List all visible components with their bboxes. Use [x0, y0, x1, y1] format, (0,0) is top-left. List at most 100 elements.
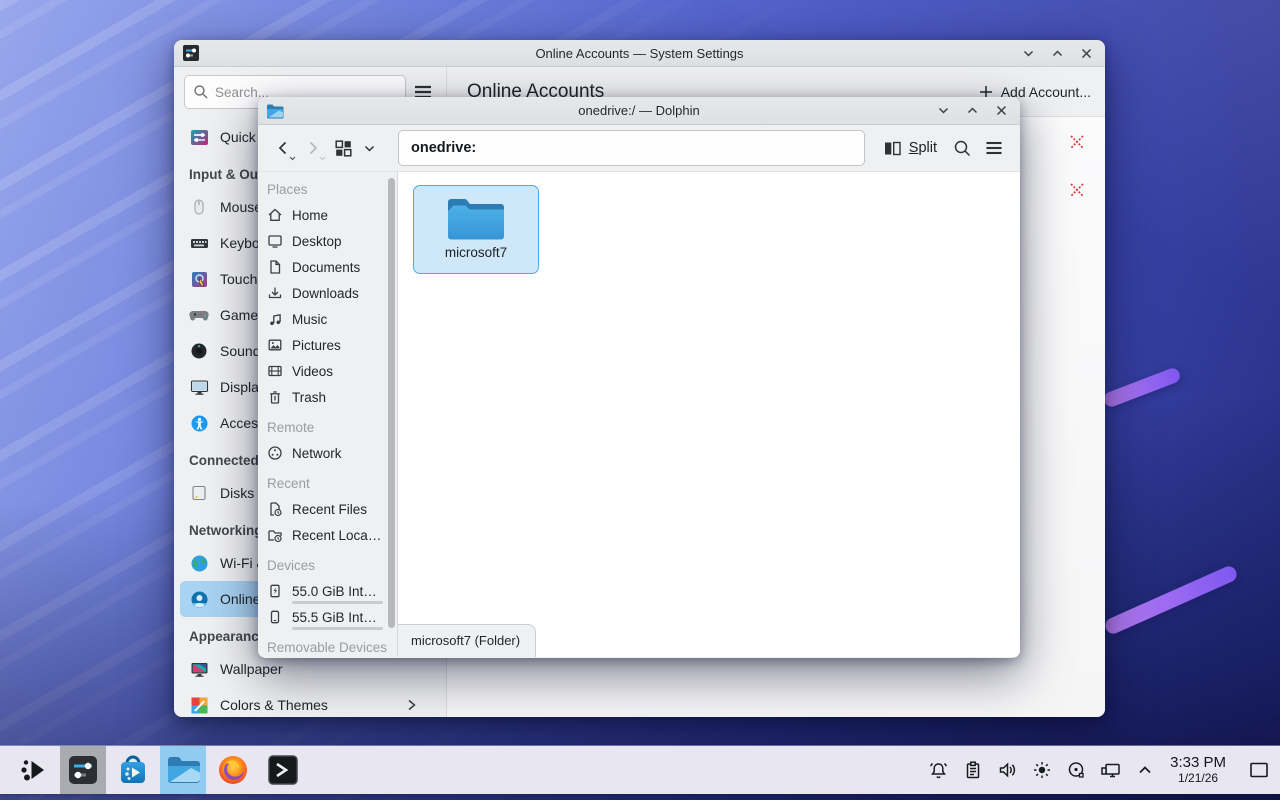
konsole-icon [267, 754, 299, 786]
system-settings-app-icon [182, 44, 200, 62]
folder-icon [445, 193, 507, 243]
disc-icon[interactable] [1066, 760, 1086, 780]
place-recent-locations[interactable]: Recent Locations [267, 522, 397, 548]
accessibility-icon [189, 413, 209, 433]
maximize-icon[interactable] [966, 104, 979, 117]
chevron-right-icon [406, 698, 417, 712]
mouse-icon [189, 197, 209, 217]
taskbar-discover[interactable] [110, 746, 156, 794]
wallpaper-icon [189, 659, 209, 679]
place-desktop[interactable]: Desktop [267, 228, 397, 254]
taskbar-dolphin[interactable] [160, 746, 206, 794]
desktop-icon [267, 233, 283, 249]
places-panel: Places Home Desktop Documents Downloads [258, 172, 398, 657]
minimize-icon[interactable] [937, 104, 950, 117]
view-mode-icon[interactable] [328, 133, 358, 163]
folder-item-microsoft7[interactable]: microsoft7 [413, 185, 539, 274]
settings-titlebar[interactable]: Online Accounts — System Settings [174, 40, 1105, 67]
sound-icon [189, 341, 209, 361]
location-bar[interactable] [398, 130, 865, 166]
place-recent-files[interactable]: Recent Files [267, 496, 397, 522]
remove-account-icon[interactable] [1068, 133, 1086, 151]
place-downloads[interactable]: Downloads [267, 280, 397, 306]
place-trash[interactable]: Trash [267, 384, 397, 410]
desktop: Online Accounts — System Settings [0, 0, 1280, 800]
network-icon[interactable] [1100, 760, 1122, 780]
place-pictures[interactable]: Pictures [267, 332, 397, 358]
film-icon [267, 363, 283, 379]
device-internal-drive-1[interactable]: 55.0 GiB Internal Drive [267, 578, 397, 604]
places-section-header: Places [267, 176, 397, 202]
taskbar-firefox[interactable] [210, 746, 256, 794]
close-icon[interactable] [1080, 47, 1093, 60]
drive-icon [267, 583, 283, 599]
split-view-icon [884, 141, 901, 156]
clipboard-icon[interactable] [963, 760, 983, 780]
dolphin-toolbar: Split [258, 125, 1020, 172]
location-input[interactable] [411, 140, 852, 156]
place-network[interactable]: Network [267, 440, 397, 466]
place-home[interactable]: Home [267, 202, 397, 228]
taskbar-konsole[interactable] [260, 746, 306, 794]
sidebar-scrollbar[interactable] [388, 178, 395, 628]
settings-window-title: Online Accounts — System Settings [535, 46, 743, 61]
sidebar-item-colors-themes[interactable]: Colors & Themes [180, 687, 440, 717]
dolphin-titlebar[interactable]: onedrive:/ — Dolphin [258, 97, 1020, 125]
show-desktop-button[interactable] [1248, 760, 1270, 780]
remote-section-header: Remote [267, 414, 397, 440]
back-button[interactable] [268, 133, 298, 163]
brightness-icon[interactable] [1032, 760, 1052, 780]
network-icon [267, 445, 283, 461]
download-icon [267, 285, 283, 301]
place-documents[interactable]: Documents [267, 254, 397, 280]
keyboard-icon [189, 233, 209, 253]
disk-usage-bar [292, 627, 383, 630]
maximize-icon[interactable] [1051, 47, 1064, 60]
back-history-icon[interactable] [289, 156, 296, 161]
display-icon [189, 377, 209, 397]
clock[interactable]: 3:33 PM 1/21/26 [1170, 754, 1226, 785]
game-controller-icon [189, 305, 209, 325]
place-videos[interactable]: Videos [267, 358, 397, 384]
dolphin-app-icon [266, 103, 284, 119]
notifications-icon[interactable] [928, 760, 949, 780]
search-icon[interactable] [946, 132, 978, 164]
quick-settings-icon [189, 127, 209, 147]
app-launcher-button[interactable] [10, 746, 56, 794]
dolphin-window: onedrive:/ — Dolphin [258, 97, 1020, 658]
launcher-icon [18, 755, 48, 785]
tray-expand-icon[interactable] [1136, 761, 1154, 779]
picture-icon [267, 337, 283, 353]
minimize-icon[interactable] [1022, 47, 1035, 60]
colors-themes-icon [189, 695, 209, 715]
view-mode-dropdown-icon[interactable] [358, 133, 380, 163]
music-note-icon [267, 311, 283, 327]
wifi-globe-icon [189, 553, 209, 573]
firefox-icon [217, 754, 249, 786]
hamburger-menu-icon[interactable] [978, 132, 1010, 164]
devices-section-header: Devices [267, 552, 397, 578]
dolphin-window-title: onedrive:/ — Dolphin [578, 103, 699, 118]
search-icon [193, 84, 209, 100]
device-internal-drive-2[interactable]: 55.5 GiB Internal Drive [267, 604, 397, 630]
recent-section-header: Recent [267, 470, 397, 496]
online-accounts-icon [189, 589, 209, 609]
disks-icon [189, 483, 209, 503]
discover-icon [117, 754, 149, 786]
home-icon [267, 207, 283, 223]
volume-icon[interactable] [997, 760, 1018, 780]
split-button[interactable]: Split [875, 131, 946, 165]
folder-view[interactable]: microsoft7 microsoft7 (Folder) [398, 172, 1020, 657]
remove-account-icon[interactable] [1068, 181, 1086, 199]
system-settings-icon [67, 754, 99, 786]
clock-date: 1/21/26 [1170, 772, 1226, 786]
close-icon[interactable] [995, 104, 1008, 117]
forward-button[interactable] [298, 133, 328, 163]
drive-icon [267, 609, 283, 625]
dolphin-icon [166, 755, 200, 785]
taskbar-system-settings[interactable] [60, 746, 106, 794]
document-icon [267, 259, 283, 275]
recent-folder-icon [267, 527, 283, 543]
removable-devices-section-header: Removable Devices [267, 634, 397, 657]
place-music[interactable]: Music [267, 306, 397, 332]
